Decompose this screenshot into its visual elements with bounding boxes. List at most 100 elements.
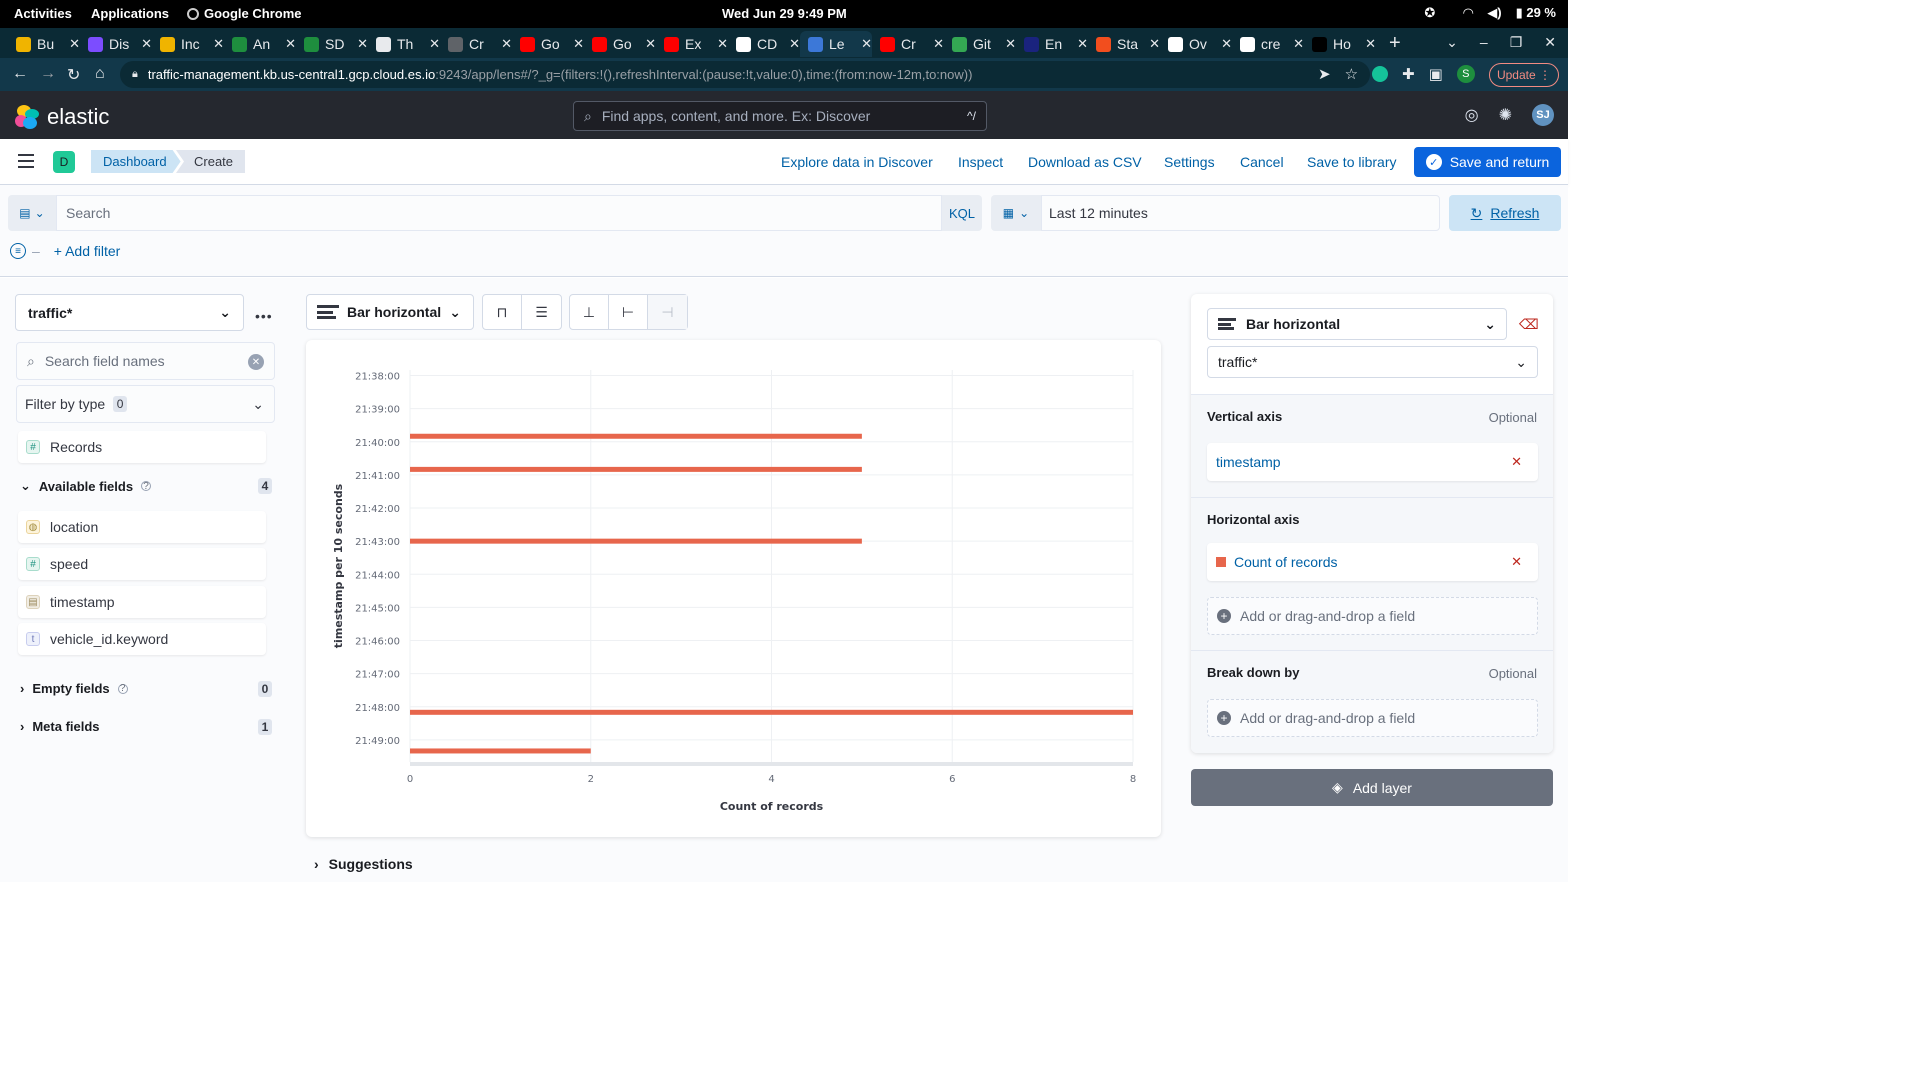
back-icon[interactable]: ← — [12, 65, 28, 83]
legend-options-icon[interactable]: ☰ — [522, 295, 561, 329]
app-indicator[interactable]: Google Chrome — [187, 6, 302, 21]
update-button[interactable]: Update ⋮ — [1489, 63, 1559, 87]
browser-tab[interactable]: An ✕ — [224, 31, 296, 57]
left-axis-icon[interactable]: ⊢ — [609, 295, 648, 329]
add-layer-button[interactable]: ◈ Add layer — [1191, 769, 1553, 806]
query-language-toggle[interactable]: KQL — [942, 195, 982, 231]
right-axis-icon[interactable]: ⊣ — [648, 295, 687, 329]
breadcrumb-dashboard[interactable]: Dashboard — [91, 150, 181, 173]
refresh-button[interactable]: ↻ Refresh — [1449, 195, 1561, 231]
cancel-link[interactable]: Cancel — [1240, 154, 1284, 170]
field-item-records[interactable]: # Records — [18, 431, 266, 463]
browser-tab[interactable]: Go ✕ — [512, 31, 584, 57]
explore-in-discover-link[interactable]: Explore data in Discover — [781, 154, 933, 170]
extensions-puzzle-icon[interactable]: ✚ — [1402, 65, 1415, 83]
inspect-link[interactable]: Inspect — [958, 154, 1003, 170]
field-item[interactable]: # speed — [18, 548, 266, 580]
remove-dimension-icon[interactable]: ✕ — [1511, 454, 1522, 470]
tab-close-icon[interactable]: ✕ — [717, 36, 728, 52]
grammarly-extension-icon[interactable] — [1372, 66, 1389, 82]
tab-close-icon[interactable]: ✕ — [1293, 36, 1304, 52]
menu-hamburger-icon[interactable] — [18, 154, 34, 168]
tab-close-icon[interactable]: ✕ — [1149, 36, 1160, 52]
browser-tab[interactable]: Sta ✕ — [1088, 31, 1160, 57]
available-fields-toggle[interactable]: ⌄ Available fields ? 4 — [20, 478, 272, 494]
layer-data-view-select[interactable]: traffic* ⌄ — [1207, 346, 1538, 378]
horizontal-axis-dimension[interactable]: Count of records ✕ — [1207, 543, 1538, 581]
reload-icon[interactable]: ↻ — [67, 65, 80, 85]
tab-close-icon[interactable]: ✕ — [933, 36, 944, 52]
tab-close-icon[interactable]: ✕ — [1221, 36, 1232, 52]
tab-close-icon[interactable]: ✕ — [141, 36, 152, 52]
settings-link[interactable]: Settings — [1164, 154, 1215, 170]
news-feed-icon[interactable]: ✺ — [1499, 105, 1512, 125]
browser-tab[interactable]: Git ✕ — [944, 31, 1016, 57]
filter-by-type-button[interactable]: Filter by type 0 ⌄ — [16, 385, 275, 423]
meta-fields-toggle[interactable]: › Meta fields 1 — [20, 718, 272, 735]
browser-tab[interactable]: Inc ✕ — [152, 31, 224, 57]
minimize-icon[interactable]: – — [1480, 34, 1488, 51]
add-breakdown-field-dropzone[interactable]: + Add or drag-and-drop a field — [1207, 699, 1538, 737]
bookmark-star-icon[interactable]: ☆ — [1345, 65, 1358, 83]
remove-layer-icon[interactable]: ⌫ — [1519, 316, 1539, 333]
tab-close-icon[interactable]: ✕ — [501, 36, 512, 52]
clear-search-icon[interactable]: ✕ — [248, 354, 264, 370]
browser-tab[interactable]: Dis ✕ — [80, 31, 152, 57]
tab-close-icon[interactable]: ✕ — [1077, 36, 1088, 52]
remove-dimension-icon[interactable]: ✕ — [1511, 554, 1522, 570]
browser-tab[interactable]: Ov ✕ — [1160, 31, 1232, 57]
browser-tab[interactable]: Ex ✕ — [656, 31, 728, 57]
browser-tab[interactable]: Ho ✕ — [1304, 31, 1376, 57]
filter-options-icon[interactable]: ≡ — [10, 243, 26, 259]
activities-button[interactable]: Activities — [14, 6, 72, 21]
tab-close-icon[interactable]: ✕ — [1005, 36, 1016, 52]
visual-options-icon[interactable]: ⊓ — [483, 295, 522, 329]
browser-tab[interactable]: Cr ✕ — [872, 31, 944, 57]
save-to-library-link[interactable]: Save to library — [1307, 154, 1396, 170]
chart-type-switcher[interactable]: Bar horizontal ⌄ — [306, 294, 474, 330]
quick-date-picker-button[interactable]: ▦ ⌄ — [991, 195, 1041, 231]
applications-menu[interactable]: Applications — [91, 6, 169, 21]
add-filter-button[interactable]: + Add filter — [54, 243, 121, 259]
restore-icon[interactable]: ❐ — [1510, 34, 1523, 51]
global-search-input[interactable]: ⌕ Find apps, content, and more. Ex: Disc… — [573, 101, 987, 131]
browser-tab[interactable]: Cr ✕ — [440, 31, 512, 57]
bottom-axis-icon[interactable]: ⊥ — [570, 295, 609, 329]
help-icon[interactable]: ◎ — [1465, 105, 1479, 125]
user-avatar[interactable]: SJ — [1532, 104, 1554, 126]
field-item[interactable]: ◍ location — [18, 511, 266, 543]
tab-close-icon[interactable]: ✕ — [645, 36, 656, 52]
layer-chart-type-select[interactable]: Bar horizontal ⌄ — [1207, 308, 1507, 340]
empty-fields-toggle[interactable]: › Empty fields ? 0 — [20, 680, 272, 697]
tab-close-icon[interactable]: ✕ — [573, 36, 584, 52]
field-search-input[interactable]: ⌕ Search field names ✕ — [16, 342, 275, 380]
data-view-picker[interactable]: traffic* ⌄ — [15, 294, 244, 331]
tab-close-icon[interactable]: ✕ — [285, 36, 296, 52]
space-avatar[interactable]: D — [53, 151, 75, 173]
vertical-axis-dimension[interactable]: timestamp ✕ — [1207, 443, 1538, 481]
tab-close-icon[interactable]: ✕ — [1365, 36, 1376, 52]
tab-close-icon[interactable]: ✕ — [357, 36, 368, 52]
add-horizontal-field-dropzone[interactable]: + Add or drag-and-drop a field — [1207, 597, 1538, 635]
accessibility-icon[interactable]: ✪ — [1424, 5, 1435, 21]
browser-tab[interactable]: CD ✕ — [728, 31, 800, 57]
browser-tab[interactable]: En ✕ — [1016, 31, 1088, 57]
browser-tab[interactable]: cre ✕ — [1232, 31, 1304, 57]
browser-tab[interactable]: Th ✕ — [368, 31, 440, 57]
elastic-logo[interactable]: elastic — [15, 104, 109, 130]
home-icon[interactable]: ⌂ — [95, 65, 105, 83]
tab-close-icon[interactable]: ✕ — [429, 36, 440, 52]
tab-close-icon[interactable]: ✕ — [69, 36, 80, 52]
data-view-options-icon[interactable]: ••• — [255, 308, 273, 324]
system-tray[interactable]: ✪ ◠ ◀) ▮ 29 % — [1424, 5, 1556, 21]
download-csv-link[interactable]: Download as CSV — [1028, 154, 1142, 170]
browser-tab[interactable]: SD ✕ — [296, 31, 368, 57]
browser-tab[interactable]: Bu ✕ — [8, 31, 80, 57]
time-range-display[interactable]: Last 12 minutes — [1041, 195, 1440, 231]
tab-close-icon[interactable]: ✕ — [789, 36, 800, 52]
clock[interactable]: Wed Jun 29 9:49 PM — [722, 6, 847, 21]
profile-avatar[interactable]: S — [1456, 65, 1475, 83]
field-item[interactable]: ▤ timestamp — [18, 586, 266, 618]
forward-icon[interactable]: → — [40, 65, 56, 83]
save-and-return-button[interactable]: ✓ Save and return — [1414, 147, 1561, 177]
